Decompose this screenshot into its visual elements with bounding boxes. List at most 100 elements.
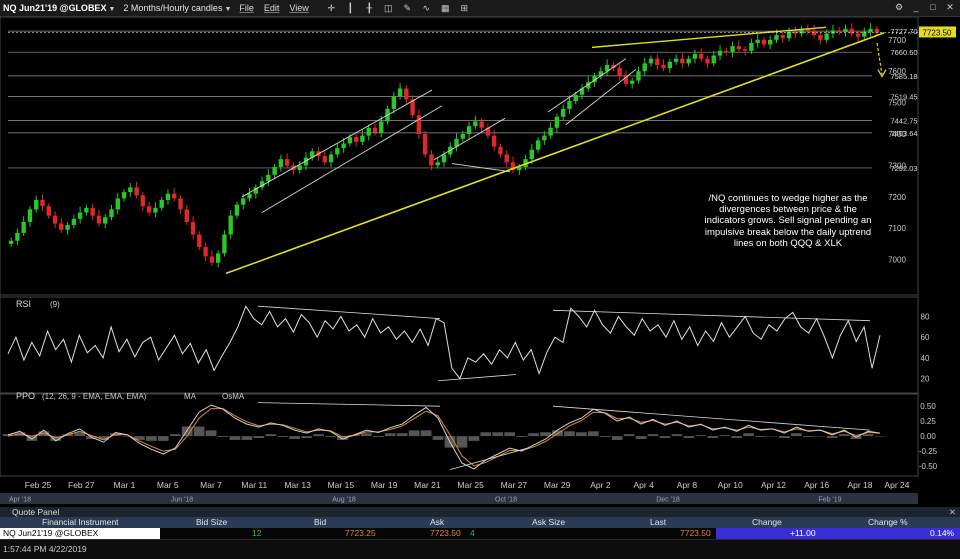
quote-instrument[interactable]: NQ Jun21'19 @GLOBEX [0, 528, 160, 539]
col-change[interactable]: Change [752, 517, 782, 528]
price-tick-label: 7400 [888, 130, 906, 139]
price-level-label: 7442.75 [890, 117, 917, 126]
date-axis: Feb 25 Feb 27 Mar 1 Mar 5 Mar 7 Mar 11 Mar 13 M… [25, 480, 910, 490]
ppo-hist-bar [635, 436, 647, 439]
candle-body [153, 207, 158, 213]
candle-body [109, 209, 114, 218]
ppo-hist-bar [360, 433, 372, 437]
overview-label: Aug '18 [332, 497, 356, 504]
date-tick-label: Apr 2 [590, 480, 611, 490]
candle-icon[interactable]: ┃ [344, 2, 357, 14]
ppo-hist-bar [587, 431, 599, 437]
quote-bid: 7723.25 [345, 528, 376, 538]
col-bid-size[interactable]: Bid Size [196, 517, 227, 528]
date-tick-label: Feb 25 [25, 480, 52, 490]
candle-body [397, 88, 403, 97]
candle-body [140, 195, 146, 207]
candle-body [372, 127, 378, 133]
quote-row[interactable]: NQ Jun21'19 @GLOBEX 12 7723.25 7723.50 4… [0, 528, 960, 539]
rsi-axis: 20 40 60 80 [921, 313, 930, 384]
bar-icon[interactable]: ╂ [363, 2, 376, 14]
ppo-tick-label: 0.50 [920, 402, 936, 411]
candle-body [755, 39, 760, 43]
ppo-hist-bar [289, 436, 301, 439]
candle-body [736, 46, 742, 50]
candle-body [146, 206, 152, 213]
drawing-icon[interactable]: ✎ [401, 2, 414, 14]
candle-body [680, 58, 685, 64]
price-pane-frame [0, 17, 919, 296]
ppo-hist-bar [659, 436, 671, 439]
ppo-hist-bar [241, 436, 253, 440]
crosshair-icon[interactable]: ✛ [325, 2, 338, 14]
chart-area[interactable]: 7727.707660.607585.187519.457442.757403.… [0, 17, 960, 507]
quote-ask-size: 4 [470, 528, 475, 538]
col-ask[interactable]: Ask [430, 517, 444, 528]
date-tick-label: Mar 29 [544, 480, 571, 490]
col-last[interactable]: Last [650, 517, 666, 528]
candle-body [416, 115, 422, 135]
candle-body [473, 121, 478, 127]
maximize-icon[interactable]: □ [927, 1, 939, 14]
candle-body [686, 58, 691, 64]
candle-body [642, 63, 647, 72]
col-instrument[interactable]: Financial Instrument [42, 517, 119, 528]
close-icon[interactable]: ✕ [949, 507, 956, 517]
settings-icon[interactable]: ⚙ [893, 1, 905, 14]
col-change-pct[interactable]: Change % [868, 517, 908, 528]
candle-body [699, 53, 704, 59]
date-tick-label: Apr 10 [718, 480, 743, 490]
status-bar: 1:57:44 PM 4/22/2019 [0, 539, 960, 559]
quote-change-pct: 0.14% [930, 528, 955, 538]
candle-body [379, 121, 384, 133]
zoom-icon[interactable]: ◫ [382, 2, 395, 14]
ppo-hist-bar [217, 436, 229, 438]
ppo-hist-bar [528, 433, 539, 437]
rsi-label: RSI [16, 299, 31, 309]
symbol-selector[interactable]: NQ Jun21'19 @GLOBEX ▼ [3, 3, 115, 13]
candle-body [774, 35, 779, 40]
candle-body [761, 39, 767, 45]
price-tick-label: 7300 [888, 161, 906, 170]
col-bid[interactable]: Bid [314, 517, 326, 528]
ppo-hist-bar [623, 434, 635, 437]
grid-icon[interactable]: ▦ [439, 2, 452, 14]
ppo-hist-bar [779, 436, 790, 439]
menu-view[interactable]: View [289, 3, 308, 13]
ppo-pane-frame [0, 393, 919, 477]
candle-body [134, 187, 139, 196]
candle-body [347, 137, 353, 144]
col-ask-size[interactable]: Ask Size [532, 517, 565, 528]
candle-body [768, 39, 773, 45]
minimize-icon[interactable]: _ [910, 1, 922, 14]
chart-annotation: /NQ continues to wedge higher as the div… [704, 193, 872, 249]
ppo-hist-bar [205, 430, 217, 437]
menu-edit[interactable]: Edit [264, 3, 280, 13]
quote-change-bar [716, 528, 960, 539]
menu-file[interactable]: File [239, 3, 254, 13]
ppo-tick-label: -0.25 [919, 447, 938, 456]
candle-body [667, 61, 673, 69]
overview-scrollbar[interactable] [0, 493, 918, 504]
overview-label: Feb '19 [818, 497, 841, 504]
candle-body [128, 187, 133, 193]
candle-body [460, 134, 466, 139]
candle-body [780, 35, 785, 39]
candle-body [692, 53, 698, 59]
period-selector[interactable]: 2 Months/Hourly candles ▼ [123, 3, 231, 13]
candle-body [228, 215, 233, 235]
candle-body [648, 58, 654, 64]
ppo-hist-bar [564, 431, 575, 437]
candle-body [786, 31, 792, 39]
candle-body [548, 127, 553, 136]
close-icon[interactable]: ✕ [944, 1, 956, 14]
candle-body [71, 218, 77, 226]
candle-body [655, 58, 660, 65]
ppo-hist-bar [193, 426, 205, 437]
candle-body [203, 247, 208, 257]
link-icon[interactable]: ⊞ [458, 2, 471, 14]
candle-body [818, 35, 823, 40]
candle-body [705, 58, 710, 64]
candle-body [197, 234, 202, 248]
indicator-icon[interactable]: ∿ [420, 2, 433, 14]
